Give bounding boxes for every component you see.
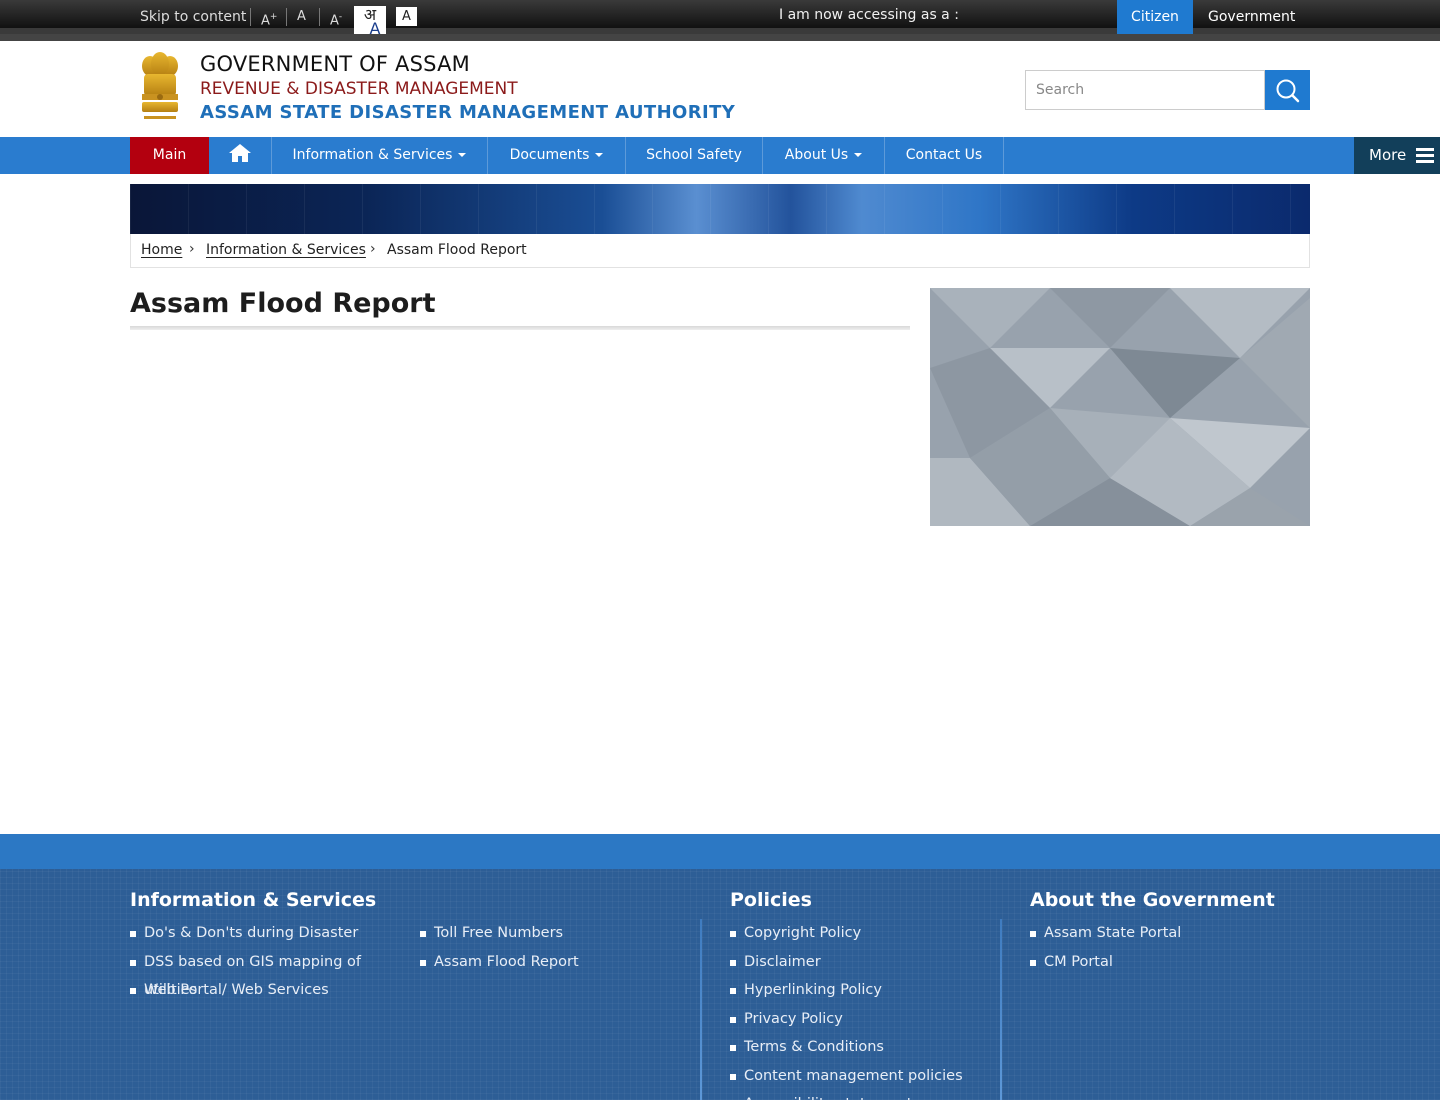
footer-link[interactable]: DSS based on GIS mapping of utilities <box>130 948 410 998</box>
nav-contact-us[interactable]: Contact Us <box>885 137 1004 174</box>
footer-heading-info: Information & Services <box>130 889 377 911</box>
hamburger-icon <box>1416 148 1434 163</box>
accessing-as-label: I am now accessing as a : <box>779 7 959 23</box>
sidebar-decorative-image <box>930 288 1310 526</box>
font-increase-button[interactable]: A+ <box>261 7 277 29</box>
footer-government-list: Assam State Portal CM Portal <box>1030 919 1290 976</box>
footer-info-list-left: Do's & Don'ts during Disaster DSS based … <box>130 919 410 1005</box>
breadcrumb-home-link[interactable]: Home <box>141 242 182 258</box>
nav-about-us[interactable]: About Us <box>763 137 885 174</box>
topbar-strip <box>0 34 1440 41</box>
nav-about-label: About Us <box>784 147 849 163</box>
nav-information-services[interactable]: Information & Services <box>272 137 488 174</box>
title-underline <box>130 326 910 330</box>
nav-docs-label: Documents <box>509 147 590 163</box>
nav-school-safety[interactable]: School Safety <box>626 137 763 174</box>
font-increase-label: A <box>261 13 270 29</box>
breadcrumb-section-link[interactable]: Information & Services <box>206 242 366 258</box>
page-banner <box>130 184 1310 234</box>
home-icon <box>229 144 251 162</box>
authority-title[interactable]: ASSAM STATE DISASTER MANAGEMENT AUTHORIT… <box>200 102 735 123</box>
divider <box>250 8 251 26</box>
footer-link[interactable]: Assam Flood Report <box>420 948 680 977</box>
footer-link[interactable]: Privacy Policy <box>730 1005 990 1034</box>
footer-link[interactable]: Disclaimer <box>730 948 990 977</box>
breadcrumb: Home › Information & Services › Assam Fl… <box>130 234 1310 268</box>
font-decrease-button[interactable]: A- <box>330 7 342 29</box>
footer-top-band <box>0 834 1440 869</box>
site-footer: Information & Services Do's & Don'ts dur… <box>0 869 1440 1100</box>
main-navigation: Main Information & Services Documents Sc… <box>0 137 1440 174</box>
footer-link[interactable]: Web Portal/ Web Services <box>130 976 410 1005</box>
government-tab[interactable]: Government <box>1208 0 1295 34</box>
page-title: Assam Flood Report <box>130 288 436 319</box>
footer-heading-government: About the Government <box>1030 889 1275 911</box>
footer-link[interactable]: Terms & Conditions <box>730 1033 990 1062</box>
footer-link[interactable]: CM Portal <box>1030 948 1290 977</box>
footer-link[interactable]: Content management policies <box>730 1062 990 1091</box>
footer-link[interactable]: Copyright Policy <box>730 919 990 948</box>
more-label: More <box>1369 146 1407 164</box>
nav-home[interactable] <box>209 137 272 174</box>
footer-link[interactable]: Do's & Don'ts during Disaster <box>130 919 410 948</box>
search-button[interactable] <box>1265 70 1310 110</box>
divider <box>286 8 287 26</box>
chevron-right-icon: › <box>370 241 376 257</box>
chevron-right-icon: › <box>189 241 195 257</box>
high-contrast-button[interactable]: A <box>396 7 417 26</box>
footer-divider <box>1000 919 1002 1100</box>
footer-link[interactable]: Toll Free Numbers <box>420 919 680 948</box>
top-utility-bar: Skip to content A+ A A- अ A A I am now a… <box>0 0 1440 38</box>
font-normal-button[interactable]: A <box>297 7 306 27</box>
nav-main[interactable]: Main <box>130 137 209 174</box>
department-title: REVENUE & DISASTER MANAGEMENT <box>200 79 518 99</box>
search-input[interactable] <box>1025 70 1265 110</box>
footer-divider <box>700 919 702 1100</box>
state-emblem-icon <box>142 52 178 119</box>
font-decrease-label: A <box>330 13 339 29</box>
skip-to-content-link[interactable]: Skip to content <box>140 0 246 34</box>
footer-link[interactable]: Assam State Portal <box>1030 919 1290 948</box>
footer-policies-list: Copyright Policy Disclaimer Hyperlinking… <box>730 919 990 1100</box>
nav-documents[interactable]: Documents <box>488 137 626 174</box>
footer-link[interactable]: Hyperlinking Policy <box>730 976 990 1005</box>
footer-link[interactable]: Accessibility statement <box>730 1090 990 1100</box>
breadcrumb-current: Assam Flood Report <box>387 242 527 258</box>
citizen-tab[interactable]: Citizen <box>1117 0 1193 34</box>
caret-down-icon <box>595 153 604 157</box>
more-menu-button[interactable]: More <box>1354 137 1440 174</box>
footer-heading-policies: Policies <box>730 889 812 911</box>
divider <box>319 8 320 26</box>
search-icon <box>1276 79 1300 103</box>
caret-down-icon <box>854 153 863 157</box>
caret-down-icon <box>458 153 467 157</box>
government-title: GOVERNMENT OF ASSAM <box>200 52 470 76</box>
nav-info-label: Information & Services <box>292 147 453 163</box>
footer-info-list-right: Toll Free Numbers Assam Flood Report <box>420 919 680 976</box>
